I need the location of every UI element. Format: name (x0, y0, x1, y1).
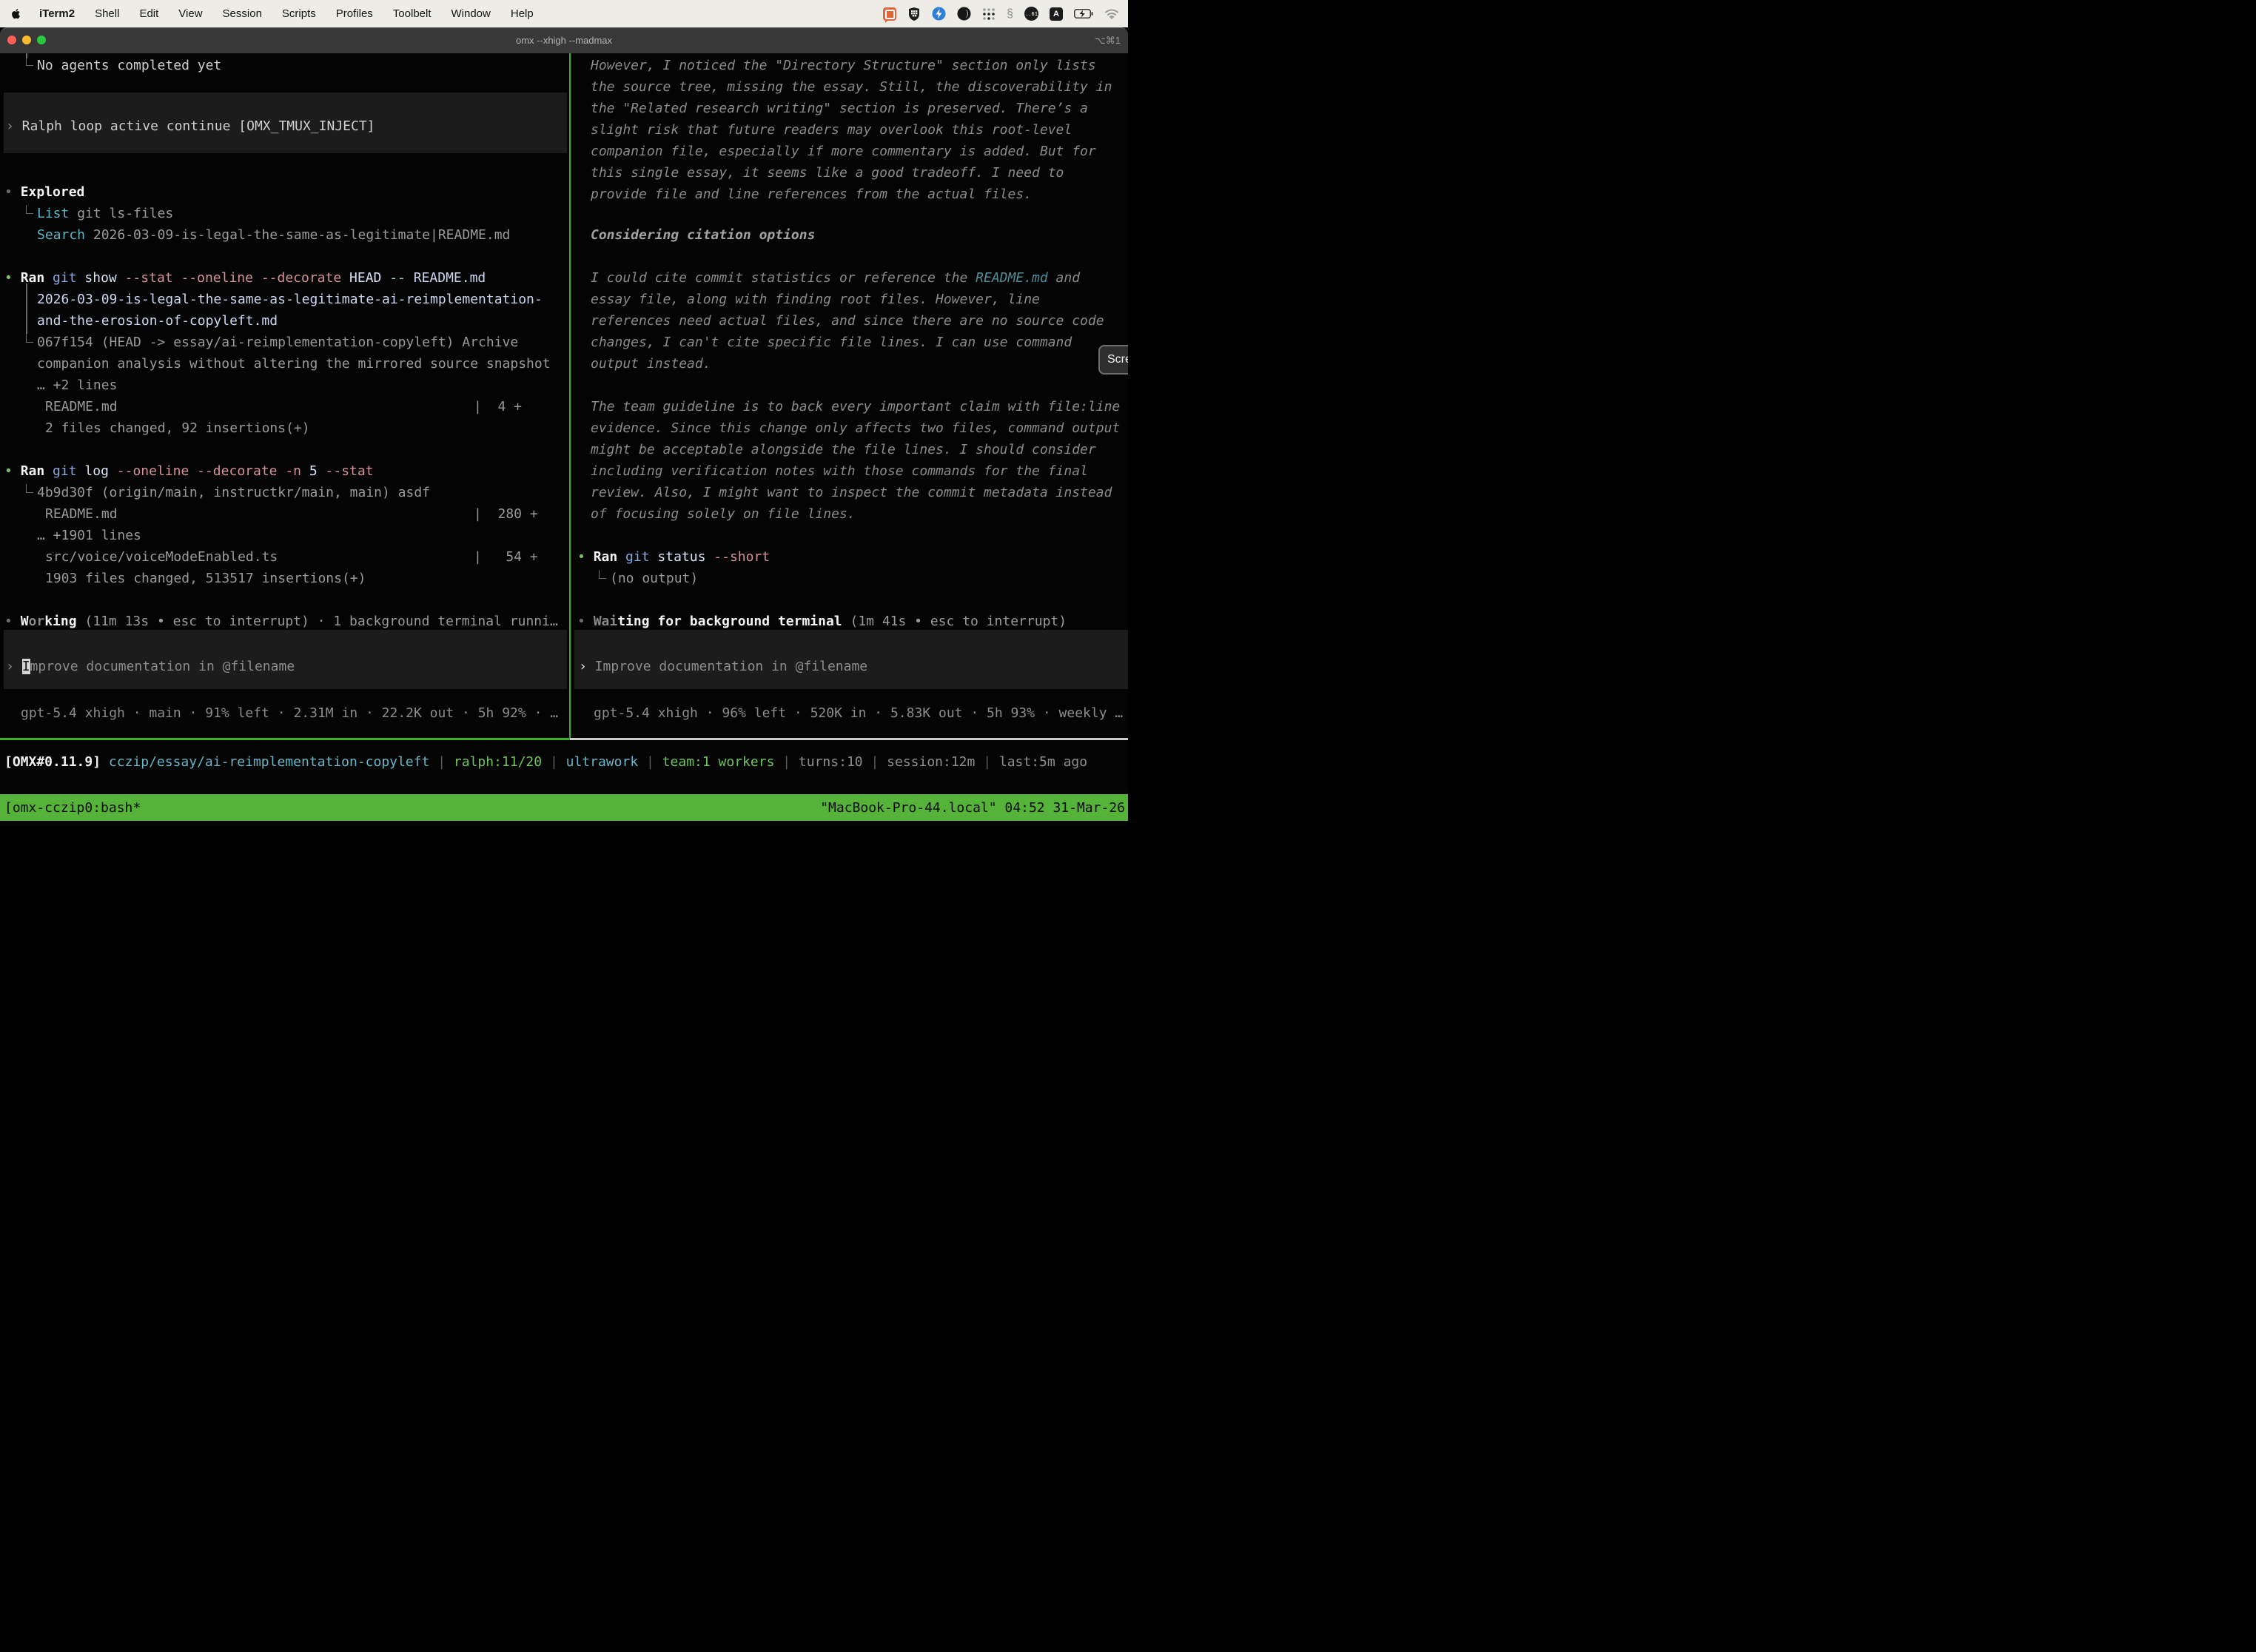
thinking-p1-l6: this single essay, it seems like a good … (591, 162, 1064, 184)
screen-tooltip: Scre (1098, 345, 1128, 375)
thinking-p2-l5: output instead. (591, 353, 711, 375)
terminal-area: Scre [omx-cczip0:bash* "MacBook-Pro-44.l… (0, 53, 1128, 826)
explored-header: • Explored (4, 181, 84, 203)
explored-search: Search 2026-03-09-is-legal-the-same-as-l… (37, 224, 510, 246)
thinking-p1-l5: companion file, especially if more comme… (591, 141, 1096, 162)
tree-elbow-no-agents (26, 57, 33, 66)
thinking-p3-l5: review. Also, I might want to inspect th… (591, 482, 1112, 503)
git-show-out-1: 067f154 (HEAD -> essay/ai-reimplementati… (37, 332, 518, 353)
tree-elbow-list (26, 205, 33, 214)
menu-item-scripts[interactable]: Scripts (282, 7, 316, 20)
git-show-out-2: companion analysis without altering the … (37, 353, 551, 375)
letter-a-icon[interactable]: A (1050, 7, 1063, 21)
git-log-stat-2: src/voice/voiceModeEnabled.ts| 54 + (45, 546, 278, 568)
menu-item-shell[interactable]: Shell (95, 7, 119, 20)
menu-item-window[interactable]: Window (451, 7, 491, 20)
git-show-file-2: and-the-erosion-of-copyleft.md (37, 310, 278, 332)
thinking-p1-l2: the source tree, missing the essay. Stil… (591, 76, 1112, 98)
thinking-p3-l4: including verification notes with those … (591, 460, 1088, 482)
menu-item-edit[interactable]: Edit (139, 7, 158, 20)
git-show-stat-2: 2 files changed, 92 insertions(+) (45, 417, 310, 439)
shield-grid-icon[interactable] (907, 7, 921, 21)
menubar-status-icons: § ..61 A (883, 7, 1119, 21)
menu-item-profiles[interactable]: Profiles (336, 7, 373, 20)
thinking-p2-l4: changes, I can't cite specific file line… (591, 332, 1072, 353)
thinking-p2-l2: essay file, along with finding root file… (591, 289, 1040, 310)
ran-git-log: • Ran git log --oneline --decorate -n 5 … (4, 460, 374, 482)
menu-item-iterm2[interactable]: iTerm2 (39, 7, 75, 20)
badge-61-icon[interactable]: ..61 (1024, 7, 1038, 21)
window-shortcut-badge: ⌥⌘1 (1095, 27, 1121, 53)
menu-bar: iTerm2 Shell Edit View Session Scripts Profile… (0, 0, 1128, 27)
window-titlebar: omx --xhigh --madmax ⌥⌘1 (0, 27, 1128, 53)
ran-git-status: • Ran git status --short (577, 546, 770, 568)
thinking-p2-l3: references need actual files, and since … (591, 310, 1104, 332)
thinking-p3-l1: The team guideline is to back every impo… (591, 396, 1120, 417)
thinking-heading: Considering citation options (591, 224, 815, 246)
git-status-out: (no output) (610, 568, 698, 589)
menu-item-session[interactable]: Session (223, 7, 262, 20)
explored-list: List git ls-files (37, 203, 173, 224)
battery-icon[interactable] (1074, 9, 1093, 19)
window-title: omx --xhigh --madmax (0, 27, 1128, 53)
menu-items: iTerm2 Shell Edit View Session Scripts Profile… (39, 7, 534, 20)
prompt-line-right[interactable]: › Improve documentation in @filename (579, 656, 867, 677)
menu-item-toolbelt[interactable]: Toolbelt (393, 7, 432, 20)
menu-item-view[interactable]: View (178, 7, 202, 20)
crescent-icon[interactable] (957, 7, 971, 21)
git-log-out-1: 4b9d30f (origin/main, instructkr/main, m… (37, 482, 430, 503)
bottom-border-left (0, 738, 570, 740)
inject-prompt[interactable]: › Ralph loop active continue [OMX_TMUX_I… (6, 115, 375, 137)
chat-icon[interactable] (883, 7, 896, 21)
model-status-left: gpt-5.4 xhigh · main · 91% left · 2.31M … (21, 702, 558, 724)
screen: iTerm2 Shell Edit View Session Scripts Profile… (0, 0, 1128, 826)
thinking-p3-l2: evidence. Since this change only affects… (591, 417, 1120, 439)
waiting-status-right: • Waiting for background terminal (1m 41… (577, 611, 1067, 632)
model-status-right: gpt-5.4 xhigh · 96% left · 520K in · 5.8… (594, 702, 1123, 724)
tmux-host-clock: "MacBook-Pro-44.local" 04:52 31-Mar-26 (820, 800, 1125, 816)
dots-grid-icon[interactable] (982, 7, 996, 21)
thinking-p1-l4: slight risk that future readers may over… (591, 119, 1072, 141)
no-agents-line: No agents completed yet (37, 55, 221, 76)
thinking-p1-l3: the "Related research writing" section i… (591, 98, 1088, 119)
tmux-session-label: [omx-cczip0:bash* (4, 800, 141, 816)
thinking-p1-l7: provide file and line references from th… (591, 184, 1032, 205)
working-status-left: • Working (11m 13s • esc to interrupt) ·… (4, 611, 558, 632)
thinking-p2-l1: I could cite commit statistics or refere… (591, 267, 1080, 289)
git-show-stat-1: README.md| 4 + (45, 396, 118, 417)
git-log-stat-1: README.md| 280 + (45, 503, 118, 525)
ran-git-show: • Ran git show --stat --oneline --decora… (4, 267, 486, 289)
thinking-p3-l6: of focusing solely on file lines. (591, 503, 856, 525)
git-log-out-2: … +1901 lines (37, 525, 141, 546)
tree-elbow-no-output (599, 570, 606, 579)
blue-bolt-icon[interactable] (932, 7, 946, 21)
thinking-p3-l3: might be acceptable alongside the file l… (591, 439, 1096, 460)
wifi-icon[interactable] (1104, 8, 1119, 19)
menu-item-help[interactable]: Help (511, 7, 534, 20)
tree-elbow-git-show (26, 334, 33, 343)
tree-elbow-git-log (26, 484, 33, 493)
squiggle-icon[interactable]: § (1007, 8, 1013, 20)
pane-divider (569, 53, 571, 738)
tree-guide-git-show (26, 283, 27, 334)
thinking-p1-l1: However, I noticed the "Directory Struct… (591, 55, 1096, 76)
git-show-file-1: 2026-03-09-is-legal-the-same-as-legitima… (37, 289, 543, 310)
tmux-status-bar: [omx-cczip0:bash* "MacBook-Pro-44.local"… (0, 794, 1128, 821)
prompt-line-left[interactable]: › Improve documentation in @filename (6, 656, 295, 677)
apple-menu-icon[interactable] (10, 7, 20, 20)
omx-status-line: [OMX#0.11.9] cczip/essay/ai-reimplementa… (4, 751, 1087, 773)
git-log-stat-3: 1903 files changed, 513517 insertions(+) (45, 568, 366, 589)
bottom-border-right (570, 738, 1128, 740)
git-show-out-3: … +2 lines (37, 375, 117, 396)
